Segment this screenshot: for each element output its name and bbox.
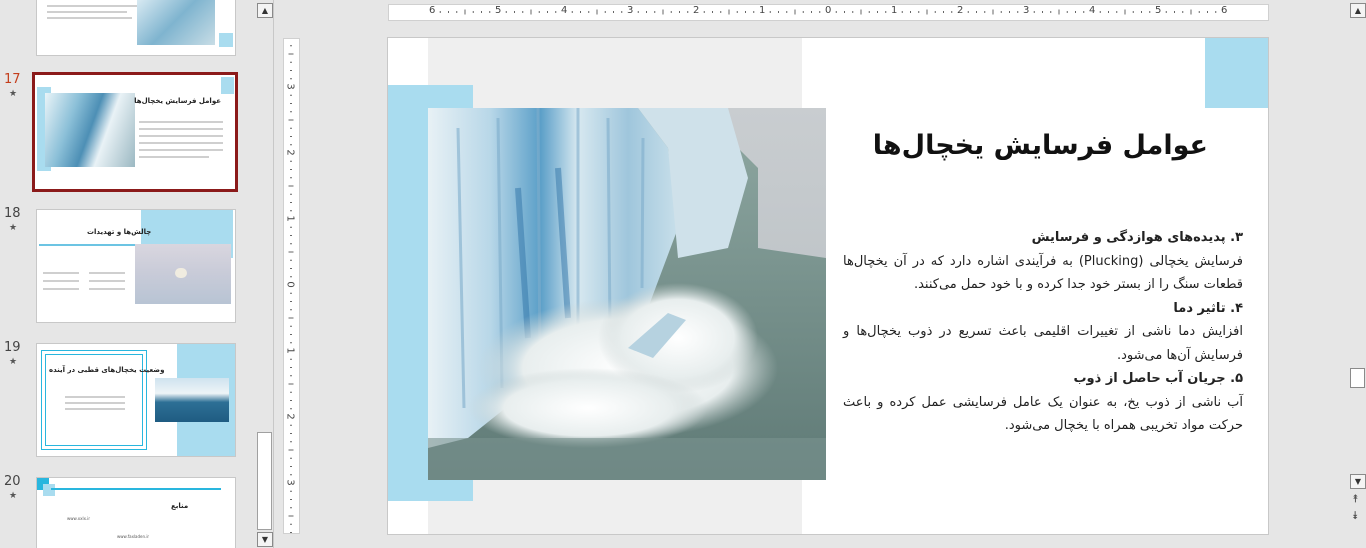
- section-text-meltwater: آب ناشی از ذوب یخ، به عنوان یک عامل فرسا…: [843, 394, 1243, 434]
- thumb-text-line: [139, 121, 223, 123]
- slide-thumbnail-19[interactable]: وضعیت یخچال‌های قطبی در آینده: [36, 343, 236, 457]
- ruler-label: 3: [284, 479, 296, 486]
- thumb-link: www.xxlx.ir: [67, 516, 90, 521]
- previous-slide-icon[interactable]: ⯭: [1352, 492, 1359, 506]
- ruler-label: 0: [825, 5, 832, 16]
- ruler-label: 1: [759, 5, 766, 16]
- thumb-title: چالش‌ها و تهدیدات: [87, 228, 152, 236]
- slide-number-18: 18: [4, 206, 21, 221]
- thumb-glacier-image: [45, 93, 135, 167]
- pane-divider[interactable]: [273, 0, 274, 548]
- horizontal-ruler: 6 5 4 3 2 1 0 1 2 3 4 5 6: [388, 4, 1269, 21]
- thumb-text-line: [43, 272, 79, 274]
- thumb-link: www.faxladen.ir: [117, 534, 150, 539]
- thumb-text-line: [65, 396, 125, 398]
- thumb-text-line: [139, 135, 223, 137]
- section-heading-plucking: ۳. پدیده‌های هوازدگی و فرسایش: [1031, 230, 1243, 245]
- ruler-label: 4: [561, 5, 568, 16]
- ruler-label: 2: [284, 149, 296, 156]
- thumb-text-line: [65, 402, 125, 404]
- scrollbar-thumb[interactable]: [1350, 368, 1365, 388]
- scroll-up-icon[interactable]: ▲: [1350, 3, 1366, 18]
- thumb-text-line: [89, 288, 125, 290]
- ruler-label: 3: [627, 5, 634, 16]
- slide-accent-top-right: [1205, 38, 1268, 108]
- thumb-rule: [39, 244, 139, 246]
- next-slide-icon[interactable]: ⯯: [1352, 509, 1359, 523]
- thumb-text-line: [139, 156, 209, 158]
- star-icon: ★: [9, 89, 18, 99]
- scroll-down-icon[interactable]: ▼: [1350, 474, 1366, 489]
- thumb-title: عوامل فرسایش یخچال‌ها: [134, 97, 221, 105]
- slide-number-20: 20: [4, 474, 21, 489]
- ruler-label: 0: [284, 281, 296, 288]
- thumb-accent-block: [219, 33, 233, 47]
- thumb-text-line: [43, 288, 79, 290]
- section-heading-meltwater: ۵. جریان آب حاصل از ذوب: [1073, 371, 1243, 386]
- thumb-text-line: [47, 11, 127, 13]
- thumb-text-line: [89, 280, 125, 282]
- ruler-label: 2: [693, 5, 700, 16]
- vertical-ruler: 3 2 1 0 1 2 3: [283, 38, 300, 534]
- thumb-text-line: [43, 280, 79, 282]
- slide-thumbnail-17[interactable]: عوامل فرسایش یخچال‌ها: [32, 72, 238, 192]
- ruler-label: 1: [891, 5, 898, 16]
- star-icon: ★: [9, 491, 18, 501]
- ruler-label: 4: [1089, 5, 1096, 16]
- glacier-image: [428, 108, 826, 480]
- thumbnail-scrollbar[interactable]: ▲ ▼: [256, 0, 273, 548]
- slide-number-19: 19: [4, 340, 21, 355]
- thumb-text-line: [47, 17, 132, 19]
- ruler-label: 5: [495, 5, 502, 16]
- thumb-text-line: [139, 142, 223, 144]
- slide-body-text[interactable]: ۳. پدیده‌های هوازدگی و فرسایش فرسایش یخچ…: [843, 226, 1243, 438]
- ruler-label: 2: [284, 413, 296, 420]
- ruler-label: 1: [284, 347, 296, 354]
- slide-thumbnail-18[interactable]: چالش‌ها و تهدیدات: [36, 209, 236, 323]
- ruler-label: 1: [284, 215, 296, 222]
- ruler-label: 6: [429, 5, 436, 16]
- ruler-label: 5: [1155, 5, 1162, 16]
- section-text-temperature: افزایش دما ناشی از تغییرات اقلیمی باعث ت…: [843, 324, 1243, 363]
- slide-title[interactable]: عوامل فرسایش یخچال‌ها: [873, 130, 1208, 161]
- section-heading-temperature: ۴. تاثیر دما: [1173, 300, 1243, 316]
- scroll-up-icon[interactable]: ▲: [257, 3, 273, 18]
- section-text-plucking: فرسایش یخچالی (Plucking) به فرآیندی اشار…: [843, 253, 1243, 293]
- thumb-accent-block: [43, 484, 55, 496]
- ruler-label: 6: [1221, 5, 1228, 16]
- slide-number-17: 17: [4, 72, 21, 87]
- scrollbar-thumb[interactable]: [257, 432, 272, 530]
- thumb-accent-block: [221, 77, 234, 94]
- thumb-text-line: [89, 272, 125, 274]
- thumb-title: وضعیت یخچال‌های قطبی در آینده: [49, 366, 165, 374]
- thumb-glacier-image: [137, 0, 215, 45]
- slide-scrollbar[interactable]: ▲ ▼ ⯭ ⯯: [1349, 0, 1366, 548]
- slide-thumbnail-16[interactable]: [36, 0, 236, 56]
- ruler-label: 2: [957, 5, 964, 16]
- ruler-label: 3: [1023, 5, 1030, 16]
- slide-canvas[interactable]: عوامل فرسایش یخچال‌ها ۳. پدیده‌های هوازد…: [387, 37, 1269, 535]
- scroll-down-icon[interactable]: ▼: [257, 532, 273, 547]
- slide-thumbnail-pane: 17 ★ عوامل فرسایش یخچال‌ها 18 ★ چالش‌ها …: [0, 0, 256, 548]
- thumb-rule: [51, 488, 221, 490]
- star-icon: ★: [9, 223, 18, 233]
- star-icon: ★: [9, 357, 18, 367]
- thumb-title: منابع: [171, 502, 189, 510]
- thumb-sea-ice-image: [155, 378, 229, 422]
- ruler-label: 3: [284, 83, 296, 90]
- slide-thumbnail-20[interactable]: منابع www.xxlx.ir www.faxladen.ir: [36, 477, 236, 548]
- thumb-text-line: [65, 408, 125, 410]
- thumb-text-line: [47, 5, 137, 7]
- thumb-text-line: [139, 149, 223, 151]
- polar-bear-shape: [175, 268, 187, 278]
- thumb-text-line: [139, 128, 223, 130]
